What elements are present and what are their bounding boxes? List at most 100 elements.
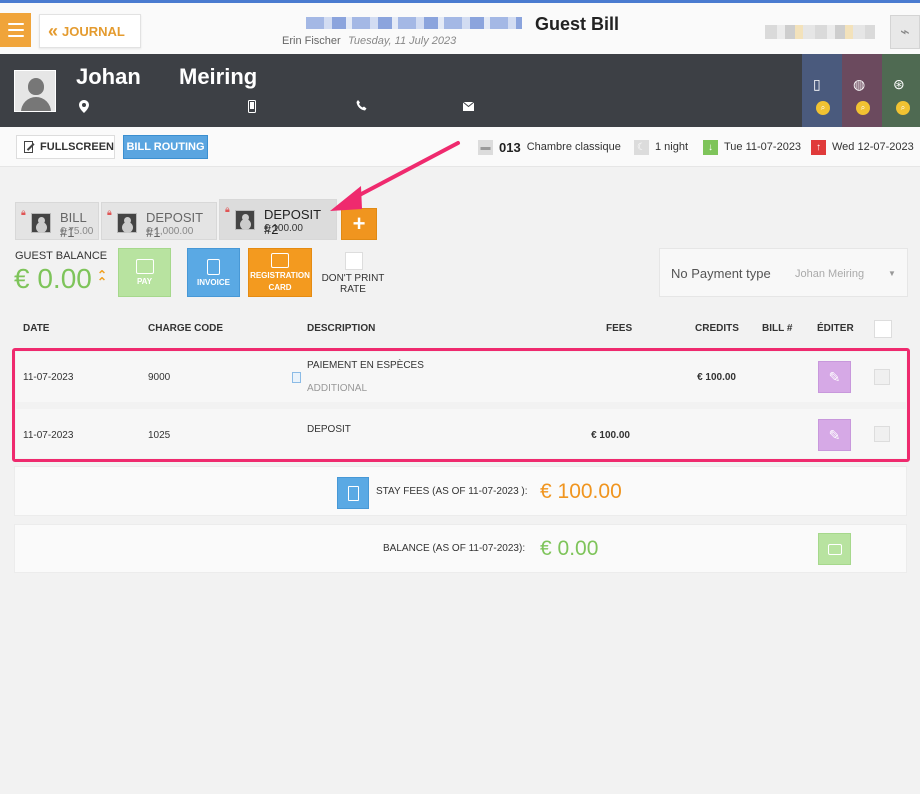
tab-amount: € 100.00 (264, 223, 303, 234)
invoice-button[interactable]: INVOICE (187, 248, 240, 297)
caret-down-icon: ▼ (888, 269, 896, 278)
select-all-checkbox[interactable] (874, 320, 892, 338)
dont-print-rate-label: DON'T PRINT RATE (320, 273, 386, 295)
bill-routing-button[interactable]: BILL ROUTING (123, 135, 208, 159)
stay-fees-button[interactable] (337, 477, 369, 509)
stay-fees-label: STAY FEES (AS OF 11-07-2023 ): (376, 486, 528, 497)
invoice-label: INVOICE (197, 277, 230, 287)
header-bill-number: BILL # (762, 323, 793, 334)
header-fees: FEES (606, 323, 633, 334)
pay-button[interactable]: PAY (118, 248, 171, 297)
lock-icon: 🔒︎ (225, 204, 230, 214)
guest-balance-value: € 0.00 (14, 263, 92, 294)
menu-button[interactable] (0, 13, 31, 47)
guest-first-name: Johan (76, 64, 141, 89)
activity-button[interactable]: ⌁ (890, 15, 920, 49)
guest-band: Johan Meiring (0, 54, 920, 127)
lock-icon: 🔒︎ (107, 207, 112, 217)
balance-value: € 0.00 (540, 537, 599, 560)
add-bill-button[interactable]: + (341, 208, 377, 240)
page-title: Guest Bill (535, 14, 620, 34)
departure-date: Wed 12-07-2023 (832, 141, 914, 153)
tab-deposit-1[interactable]: 🔒︎ DEPOSIT #1 € 1,000.00 (101, 202, 217, 240)
circles-icon: ⊛ (893, 76, 905, 92)
avatar-icon (235, 210, 255, 230)
stay-fees-summary: STAY FEES (AS OF 11-07-2023 ): € 100.00 (14, 466, 907, 516)
plus-icon: + (352, 211, 366, 236)
registration-label-2: CARD (268, 283, 292, 292)
header-credits: CREDITS (695, 323, 739, 334)
top-header: « JOURNAL Guest Bill Erin Fischer Tuesda… (0, 0, 920, 54)
avatar-icon (117, 213, 137, 233)
avatar-icon (31, 213, 51, 233)
header-edit: ÉDITER (817, 323, 854, 334)
printer-icon (271, 253, 289, 268)
departure-info: ↑ Wed 12-07-2023 (811, 134, 914, 160)
wallet-icon (827, 543, 842, 555)
chevron-left-icon: « (48, 20, 58, 41)
mobile-icon[interactable] (248, 100, 256, 116)
balance-summary: BALANCE (AS OF 11-07-2023): € 0.00 (14, 524, 907, 573)
payment-type-select[interactable]: No Payment type Johan Meiring ▼ (659, 248, 908, 297)
user-name: Erin Fischer (282, 35, 341, 47)
lock-icon: 🔒︎ (21, 207, 26, 217)
payment-guest-name: Johan Meiring (795, 268, 865, 280)
balance-label: BALANCE (AS OF 11-07-2023): (383, 543, 526, 554)
activity-icon: ⌁ (900, 24, 910, 41)
arrival-info: ↓ Tue 11-07-2023 (703, 134, 801, 160)
receipt-icon (347, 485, 359, 501)
dont-print-line-2: RATE (340, 284, 366, 295)
dont-print-rate-checkbox[interactable] (345, 252, 363, 270)
nights-info: ☾ 1 night (634, 134, 688, 160)
journal-button[interactable]: « JOURNAL (39, 14, 141, 48)
email-icon[interactable] (462, 100, 475, 114)
journal-label: JOURNAL (62, 23, 125, 39)
nights: 1 night (655, 141, 689, 153)
moon-icon: ☾ (634, 139, 649, 155)
search-icon: ⌕ (896, 101, 910, 115)
tab-bill-1[interactable]: 🔒︎ BILL #1 € 75.00 (15, 202, 99, 240)
guest-balance-label: GUEST BALANCE (15, 250, 108, 262)
room-number: 013 (499, 139, 521, 155)
fullscreen-label: FULLSCREEN (40, 141, 114, 153)
header-date: DATE (23, 323, 50, 334)
search-icon: ⌕ (856, 101, 870, 115)
stay-fees-value: € 100.00 (540, 480, 622, 503)
expand-icon (24, 141, 34, 153)
registration-card-button[interactable]: REGISTRATION CARD (248, 248, 312, 297)
guest-last-name: Meiring (179, 64, 258, 89)
pay-label: PAY (136, 277, 153, 286)
side-card-web[interactable]: ◍ ⌕ (842, 54, 882, 127)
phone-icon[interactable] (356, 100, 367, 114)
arrow-up-icon: ↑ (811, 139, 826, 155)
room-type: Chambre classique (526, 141, 621, 153)
toolbar: FULLSCREEN BILL ROUTING ▬ 013 Chambre cl… (0, 127, 920, 167)
bed-icon: ▬ (478, 139, 493, 155)
invoice-icon (207, 258, 220, 275)
document-icon: ▯ (813, 76, 821, 92)
payment-type-label: No Payment type (671, 266, 771, 281)
wallet-icon (135, 259, 154, 274)
room-info: ▬ 013 Chambre classique (478, 134, 621, 160)
dont-print-line-1: DON'T PRINT (321, 273, 385, 284)
settle-button[interactable] (818, 533, 851, 565)
blurred-hotel-name (306, 17, 522, 29)
search-icon: ⌕ (816, 101, 830, 115)
blurred-logo (765, 25, 875, 39)
side-card-documents[interactable]: ▯ ⌕ (802, 54, 842, 127)
guest-avatar (14, 70, 56, 112)
tab-deposit-2[interactable]: 🔒︎ DEPOSIT #2 € 100.00 (219, 199, 337, 240)
header-description: DESCRIPTION (307, 323, 376, 334)
side-card-groups[interactable]: ⊛ ⌕ (882, 54, 920, 127)
annotation-highlight-box (12, 348, 910, 462)
registration-label-1: REGISTRATION (250, 271, 310, 280)
header-charge-code: CHARGE CODE (148, 323, 224, 334)
chevron-up-icon[interactable]: ⌃ ⌃ (97, 269, 107, 288)
fullscreen-button[interactable]: FULLSCREEN (16, 135, 115, 159)
location-icon[interactable] (79, 100, 89, 116)
globe-icon: ◍ (853, 76, 866, 92)
arrow-down-icon: ↓ (703, 139, 718, 155)
tab-amount: € 75.00 (60, 226, 94, 237)
arrival-date: Tue 11-07-2023 (724, 141, 802, 153)
tab-amount: € 1,000.00 (146, 226, 194, 237)
